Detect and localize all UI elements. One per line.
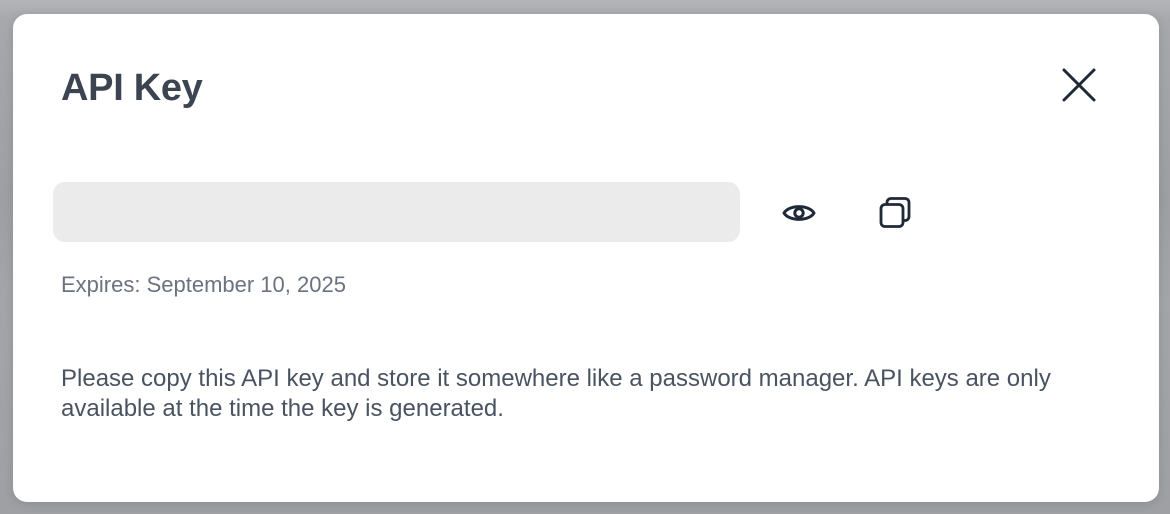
copy-key-button[interactable] bbox=[873, 192, 917, 236]
dialog-title: API Key bbox=[61, 67, 203, 109]
api-key-field[interactable] bbox=[53, 182, 740, 242]
copy-notice: Please copy this API key and store it so… bbox=[61, 365, 1051, 422]
reveal-key-button[interactable] bbox=[777, 192, 821, 236]
api-key-dialog: API Key Expires: September 10, 2025 Plea… bbox=[13, 14, 1159, 502]
close-button[interactable] bbox=[1057, 64, 1101, 108]
eye-icon bbox=[782, 201, 816, 228]
close-icon bbox=[1061, 67, 1097, 106]
expiration-date: Expires: September 10, 2025 bbox=[61, 272, 346, 297]
copy-icon bbox=[878, 196, 912, 233]
